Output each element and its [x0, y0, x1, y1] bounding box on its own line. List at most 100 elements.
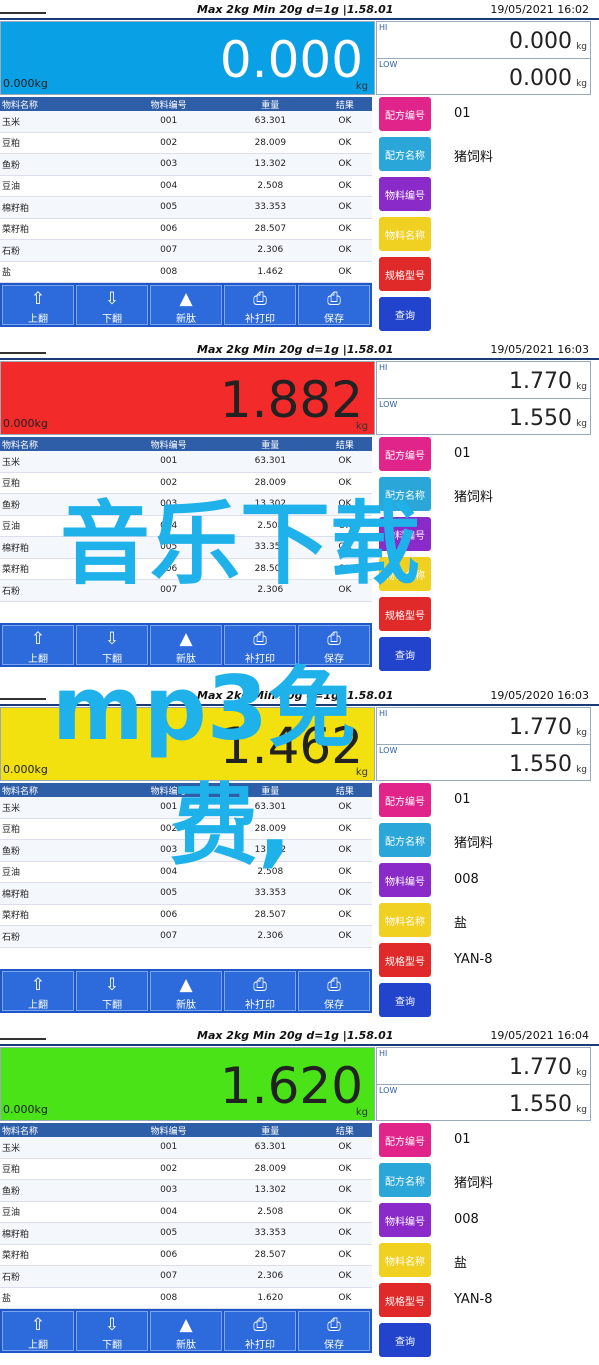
side-button-2[interactable]: 物料编号 — [379, 863, 431, 897]
column-header[interactable]: 物料名称 — [0, 97, 115, 111]
side-button-4[interactable]: 规格型号 — [379, 597, 431, 631]
toolbar-button-4[interactable]: ⎙ 保存 — [298, 1311, 370, 1351]
table-cell: 玉米 — [0, 1137, 115, 1159]
hi-limit-row[interactable]: HI 0.000 kg — [377, 22, 590, 57]
table-row[interactable]: 豆粕 002 28.009 OK — [0, 472, 372, 494]
lo-limit-row[interactable]: LOW 1.550 kg — [377, 398, 590, 434]
table-cell: 盐 — [0, 261, 115, 283]
hi-limit-row[interactable]: HI 1.770 kg — [377, 708, 590, 743]
scale-screen-panel: Max 2kg Min 20g d=1g |1.58.01 19/05/2021 … — [0, 1026, 599, 1365]
side-button-2[interactable]: 物料编号 — [379, 177, 431, 211]
table-row[interactable]: 石粉 007 2.306 OK — [0, 925, 372, 948]
toolbar-button-0[interactable]: ⇧ 上翻 — [2, 1311, 74, 1351]
table-row[interactable]: 玉米 001 63.301 OK — [0, 111, 372, 133]
scale-spec-text: Max 2kg Min 20g d=1g |1.58.01 — [197, 1029, 394, 1042]
table-row[interactable]: 豆粕 002 28.009 OK — [0, 132, 372, 154]
table-row[interactable]: 石粉 007 2.306 OK — [0, 239, 372, 262]
toolbar-button-0[interactable]: ⇧ 上翻 — [2, 971, 74, 1011]
toolbar-button-2[interactable]: ▲ 新肽 — [150, 971, 222, 1011]
side-button-4[interactable]: 规格型号 — [379, 1283, 431, 1317]
toolbar-button-4[interactable]: ⎙ 保存 — [298, 285, 370, 325]
side-button-0[interactable]: 配方编号 — [379, 1123, 431, 1157]
toolbar-button-3[interactable]: ⎙ 补打印 — [224, 971, 296, 1011]
toolbar-icon-0: ⇧ — [30, 629, 46, 649]
column-header[interactable]: 物料编号 — [114, 437, 223, 451]
table-row[interactable]: 豆油 004 2.508 OK — [0, 175, 372, 197]
back-arrow-icon[interactable] — [0, 692, 46, 700]
table-row[interactable]: 菜籽粕 006 28.507 OK — [0, 1244, 372, 1266]
side-button-0[interactable]: 配方编号 — [379, 97, 431, 131]
column-header[interactable]: 结果 — [317, 783, 372, 797]
weight-display: 0.000 kg 0.000kg — [0, 21, 375, 95]
side-button-1[interactable]: 配方名称 — [379, 823, 431, 857]
toolbar-button-4[interactable]: ⎙ 保存 — [298, 971, 370, 1011]
table-cell: 棉籽粕 — [0, 196, 115, 219]
toolbar-button-1[interactable]: ⇩ 下翻 — [76, 1311, 148, 1351]
table-cell: 石粉 — [0, 239, 115, 262]
table-row[interactable]: 盐 008 1.620 OK — [0, 1287, 372, 1309]
column-header[interactable]: 物料编号 — [114, 1123, 223, 1137]
side-button-4[interactable]: 规格型号 — [379, 943, 431, 977]
column-header[interactable]: 重量 — [222, 437, 318, 451]
table-row[interactable]: 豆粕 002 28.009 OK — [0, 1158, 372, 1180]
back-arrow-icon[interactable] — [0, 6, 46, 14]
back-arrow-icon[interactable] — [0, 1032, 46, 1040]
table-cell: 棉籽粕 — [0, 1222, 115, 1245]
lo-limit-row[interactable]: LOW 1.550 kg — [377, 744, 590, 780]
side-button-5[interactable]: 查询 — [379, 983, 431, 1017]
column-header[interactable]: 结果 — [317, 97, 372, 111]
toolbar-icon-1: ⇩ — [104, 975, 120, 995]
column-header[interactable]: 物料名称 — [0, 437, 115, 451]
table-row[interactable]: 豆油 004 2.508 OK — [0, 1201, 372, 1223]
table-row[interactable]: 玉米 001 63.301 OK — [0, 451, 372, 473]
toolbar-button-3[interactable]: ⎙ 补打印 — [224, 285, 296, 325]
side-button-3[interactable]: 物料名称 — [379, 1243, 431, 1277]
hi-limit-row[interactable]: HI 1.770 kg — [377, 1048, 590, 1083]
lo-limit-row[interactable]: LOW 1.550 kg — [377, 1084, 590, 1120]
side-button-3[interactable]: 物料名称 — [379, 217, 431, 251]
side-button-1[interactable]: 配方名称 — [379, 1163, 431, 1197]
column-header[interactable]: 结果 — [317, 437, 372, 451]
side-button-5[interactable]: 查询 — [379, 637, 431, 671]
side-value-2: 008 — [454, 1212, 479, 1227]
column-header[interactable]: 结果 — [317, 1123, 372, 1137]
side-button-1[interactable]: 配方名称 — [379, 137, 431, 171]
table-row[interactable]: 鱼粉 003 13.302 OK — [0, 153, 372, 176]
side-button-5[interactable]: 查询 — [379, 297, 431, 331]
column-header[interactable]: 物料名称 — [0, 783, 115, 797]
lo-limit-row[interactable]: LOW 0.000 kg — [377, 58, 590, 94]
table-row[interactable]: 鱼粉 003 13.302 OK — [0, 1179, 372, 1202]
table-cell: 003 — [114, 1179, 223, 1202]
toolbar-button-1[interactable]: ⇩ 下翻 — [76, 971, 148, 1011]
toolbar-button-3[interactable]: ⎙ 补打印 — [224, 1311, 296, 1351]
table-row[interactable]: 石粉 007 2.306 OK — [0, 1265, 372, 1288]
table-row[interactable]: 玉米 001 63.301 OK — [0, 1137, 372, 1159]
column-header[interactable]: 重量 — [222, 1123, 318, 1137]
toolbar-button-2[interactable]: ▲ 新肽 — [150, 1311, 222, 1351]
column-header[interactable]: 物料编号 — [114, 97, 223, 111]
hi-limit-row[interactable]: HI 1.770 kg — [377, 362, 590, 397]
toolbar-icon-3: ⎙ — [253, 629, 267, 649]
side-button-3[interactable]: 物料名称 — [379, 903, 431, 937]
table-row[interactable]: 棉籽粕 005 33.353 OK — [0, 1222, 372, 1245]
toolbar-label: 下翻 — [102, 314, 122, 325]
side-button-0[interactable]: 配方编号 — [379, 783, 431, 817]
toolbar-button-0[interactable]: ⇧ 上翻 — [2, 285, 74, 325]
column-header[interactable]: 重量 — [222, 97, 318, 111]
side-button-5[interactable]: 查询 — [379, 1323, 431, 1357]
table-row[interactable]: 棉籽粕 005 33.353 OK — [0, 882, 372, 905]
side-button-2[interactable]: 物料编号 — [379, 1203, 431, 1237]
toolbar-button-1[interactable]: ⇩ 下翻 — [76, 285, 148, 325]
table-row[interactable]: 盐 008 1.462 OK — [0, 261, 372, 283]
side-button-0[interactable]: 配方编号 — [379, 437, 431, 471]
toolbar-label: 补打印 — [245, 314, 275, 325]
table-row[interactable]: 菜籽粕 006 28.507 OK — [0, 218, 372, 240]
toolbar-button-2[interactable]: ▲ 新肽 — [150, 285, 222, 325]
table-row[interactable]: 菜籽粕 006 28.507 OK — [0, 904, 372, 926]
table-cell: 玉米 — [0, 797, 115, 819]
side-button-4[interactable]: 规格型号 — [379, 257, 431, 291]
bottom-toolbar: ⇧ 上翻 ⇩ 下翻 ▲ 新肽 ⎙ 补打印 ⎙ 保存 — [0, 969, 372, 1013]
back-arrow-icon[interactable] — [0, 346, 46, 354]
table-row[interactable]: 棉籽粕 005 33.353 OK — [0, 196, 372, 219]
column-header[interactable]: 物料名称 — [0, 1123, 115, 1137]
